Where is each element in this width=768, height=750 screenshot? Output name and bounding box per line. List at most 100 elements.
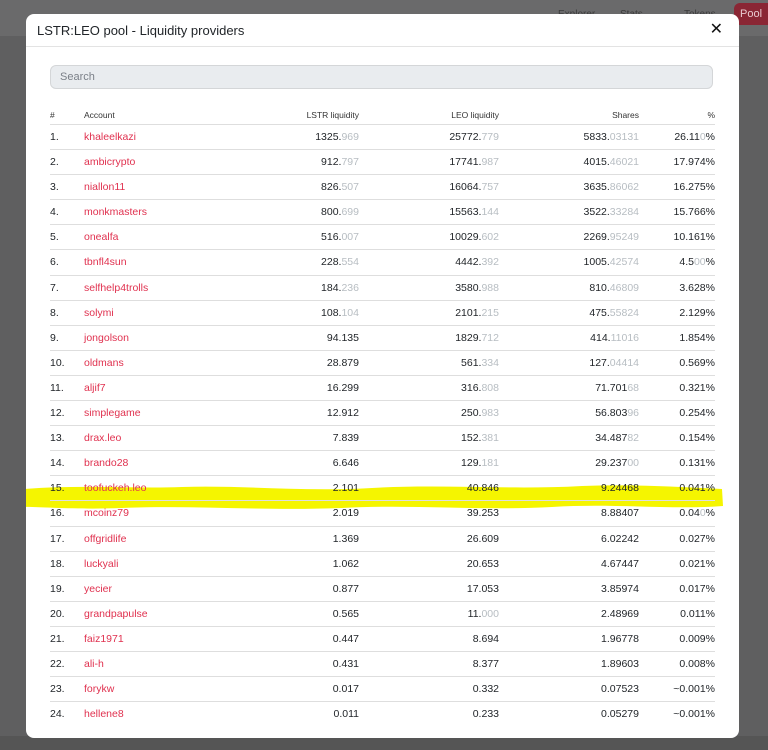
- percent-main: 3.628%: [679, 281, 715, 294]
- search-input[interactable]: [50, 65, 713, 89]
- lstr-liquidity-main: 0.017: [332, 683, 359, 696]
- account-link[interactable]: selfhelp4trolls: [84, 282, 148, 294]
- leo-liquidity-main: 15563.: [449, 206, 482, 219]
- shares: 1005.42574: [584, 256, 639, 268]
- table-row: 19. yecier 0.877 17.053 3.85974 0.017%: [50, 575, 715, 601]
- percent: ~0.001%: [673, 683, 715, 695]
- table-row-highlighted: 15. toofuckeh.leo 2.101 40.846 9.24468 0.041%: [50, 475, 715, 500]
- account-link[interactable]: ali-h: [84, 658, 104, 670]
- table-row: 22. ali-h 0.431 8.377 1.89603 0.008%: [50, 650, 715, 676]
- account-link[interactable]: ambicrypto: [84, 156, 135, 168]
- leo-liquidity-main: 0.332: [472, 683, 499, 696]
- close-icon[interactable]: ✕: [710, 21, 723, 39]
- leo-liquidity: 17.053: [467, 583, 499, 595]
- account-link[interactable]: grandpapulse: [84, 608, 148, 620]
- lstr-liquidity: 2.101: [333, 482, 359, 494]
- shares-main: 1.96778: [601, 632, 639, 645]
- leo-liquidity: 8.694: [473, 633, 499, 645]
- shares-main: 2.48969: [601, 607, 639, 620]
- account-link[interactable]: jongolson: [84, 332, 129, 344]
- shares: 127.04414: [589, 357, 639, 369]
- percent-suffix: %: [705, 507, 715, 520]
- account-link[interactable]: tbnfl4sun: [84, 256, 127, 268]
- lstr-liquidity-main: 184.: [321, 281, 342, 294]
- account-link[interactable]: oldmans: [84, 357, 124, 369]
- row-rank: 11.: [50, 381, 64, 394]
- lstr-liquidity: 826.507: [321, 181, 359, 193]
- percent-main: 0.011%: [680, 607, 715, 620]
- lstr-liquidity: 0.017: [333, 683, 359, 695]
- percent-main: 0.041%: [679, 482, 715, 495]
- shares-main: 475.: [589, 306, 610, 319]
- leo-liquidity-main: 3580.: [455, 281, 482, 294]
- leo-liquidity: 0.233: [473, 708, 499, 720]
- leo-liquidity: 11.000: [468, 608, 499, 620]
- leo-liquidity: 129.181: [461, 457, 499, 469]
- lstr-liquidity: 12.912: [327, 407, 359, 419]
- account-link[interactable]: yecier: [84, 583, 112, 595]
- leo-liquidity-trailing: 983: [481, 407, 499, 420]
- leo-liquidity-main: 129.: [461, 457, 482, 470]
- lstr-liquidity: 0.011: [334, 708, 360, 720]
- account-link[interactable]: forykw: [84, 683, 114, 695]
- liquidity-providers-modal: LSTR:LEO pool - Liquidity providers ✕ # …: [26, 14, 739, 738]
- row-rank: 16.: [50, 507, 65, 520]
- lstr-liquidity-trailing: 236: [341, 281, 359, 294]
- leo-liquidity-main: 4442.: [455, 256, 482, 269]
- lstr-liquidity-main: 2.101: [332, 482, 359, 495]
- account-link[interactable]: mcoinz79: [84, 507, 129, 519]
- shares-main: 3635.: [583, 181, 610, 194]
- lstr-liquidity-main: 912.: [321, 156, 342, 169]
- leo-liquidity: 2101.215: [455, 307, 499, 319]
- shares-main: 29.237: [595, 457, 628, 470]
- shares: 0.07523: [601, 683, 639, 695]
- lstr-liquidity-trailing: 797: [341, 156, 359, 169]
- shares-main: 71.701: [595, 381, 628, 394]
- leo-liquidity-trailing: 215: [481, 306, 499, 319]
- percent-main: 0.569%: [679, 356, 715, 369]
- account-link[interactable]: toofuckeh.leo: [84, 482, 146, 494]
- leo-liquidity-main: 39.253: [466, 507, 499, 520]
- percent-main: 0.254%: [679, 407, 715, 420]
- account-link[interactable]: offgridlife: [84, 533, 126, 545]
- account-link[interactable]: solymi: [84, 307, 114, 319]
- account-link[interactable]: onealfa: [84, 231, 118, 243]
- shares: 34.48782: [595, 432, 639, 444]
- row-rank: 1.: [50, 131, 59, 143]
- row-rank: 8.: [50, 306, 59, 319]
- account-link[interactable]: niallon11: [84, 181, 125, 193]
- account-link[interactable]: khaleelkazi: [84, 131, 136, 143]
- account-link[interactable]: simplegame: [84, 407, 141, 419]
- row-rank: 18.: [50, 557, 65, 570]
- account-link[interactable]: brando28: [84, 457, 128, 469]
- leo-liquidity: 1829.712: [455, 332, 499, 344]
- shares: 0.05279: [601, 708, 639, 720]
- row-rank: 10.: [50, 356, 65, 369]
- shares-trailing: 55824: [609, 306, 639, 319]
- col-account: Account: [84, 110, 115, 120]
- row-rank: 15.: [50, 482, 65, 495]
- percent-main: 16.275%: [673, 181, 715, 194]
- shares-trailing: 68: [627, 381, 639, 394]
- row-rank: 13.: [50, 432, 65, 445]
- leo-liquidity: 250.983: [461, 407, 499, 419]
- leo-liquidity-main: 10029.: [449, 231, 482, 244]
- account-link[interactable]: monkmasters: [84, 206, 147, 218]
- row-rank: 9.: [50, 331, 59, 344]
- account-link[interactable]: drax.leo: [84, 432, 121, 444]
- shares: 475.55824: [589, 307, 639, 319]
- shares: 3.85974: [601, 583, 639, 595]
- percent-main: 15.766%: [673, 206, 715, 219]
- table-row: 5. onealfa 516.007 10029.602 2269.95249 10.16…: [50, 224, 715, 249]
- account-link[interactable]: luckyali: [84, 558, 118, 570]
- account-link[interactable]: hellene8: [84, 708, 124, 720]
- percent: 15.766%: [674, 206, 715, 218]
- row-rank: 19.: [50, 582, 65, 595]
- shares-trailing: 33284: [609, 206, 639, 219]
- row-rank: 14.: [50, 457, 65, 470]
- lstr-liquidity-main: 1.062: [332, 557, 359, 570]
- account-link[interactable]: aljif7: [84, 382, 106, 394]
- leo-liquidity: 4442.392: [455, 256, 499, 268]
- lstr-liquidity-main: 2.019: [332, 507, 359, 520]
- account-link[interactable]: faiz1971: [84, 633, 124, 645]
